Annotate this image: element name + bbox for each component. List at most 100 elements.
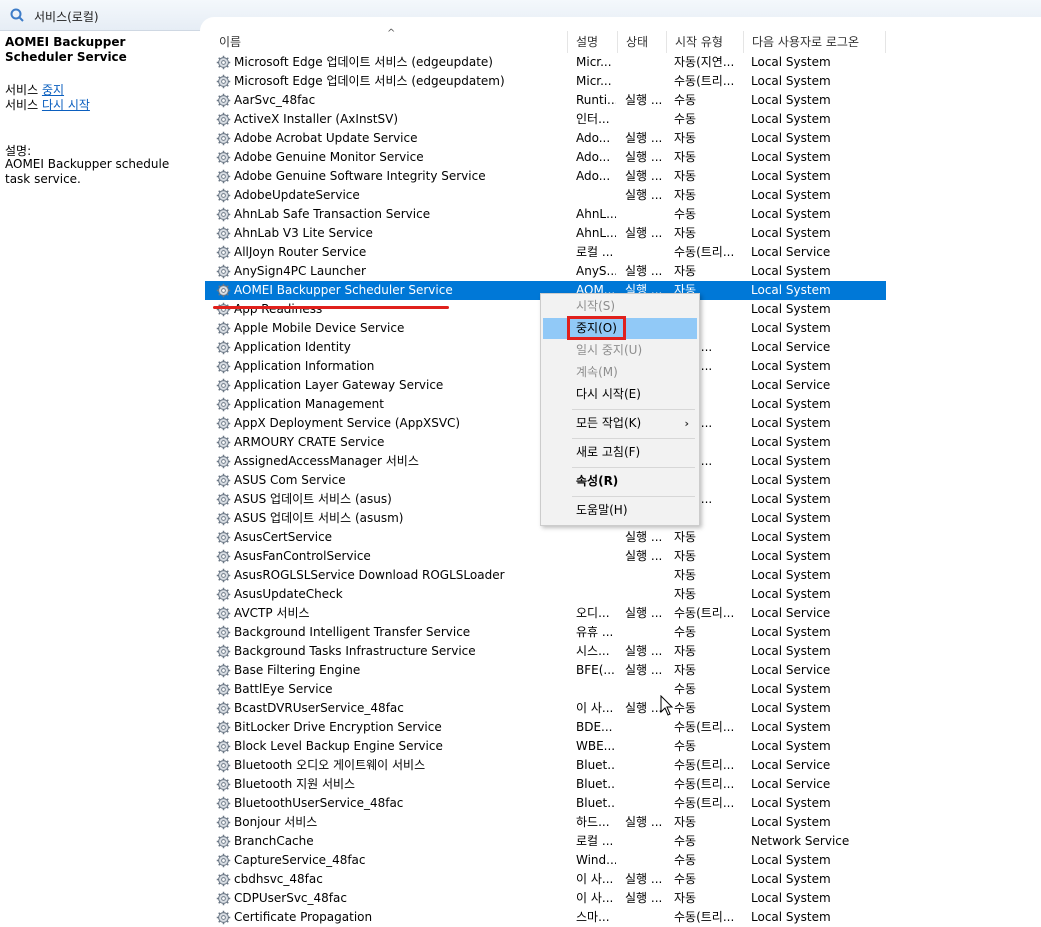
stop-service-link[interactable]: 중지: [42, 83, 64, 97]
column-header-name[interactable]: ^ 이름: [205, 28, 568, 53]
table-row[interactable]: AsusFanControlService 실행 ... 자동 Local Syste…: [205, 547, 1041, 566]
column-header-startup-type[interactable]: 시작 유형: [667, 31, 744, 53]
service-startup-type: 수동: [674, 872, 697, 886]
table-row[interactable]: Base Filtering Engine BFE(... 실행 ... 자동 Loca…: [205, 661, 1041, 680]
gear-icon: [216, 720, 231, 735]
menu-item-resume[interactable]: 계속(M): [543, 362, 697, 383]
service-description: 하드...: [576, 815, 610, 829]
service-name: Adobe Genuine Monitor Service: [234, 150, 424, 164]
service-description: Wind...: [576, 853, 616, 867]
table-row[interactable]: Adobe Genuine Monitor Service Ado... 실행 ..…: [205, 148, 1041, 167]
service-logon-as: Local System: [751, 473, 831, 487]
table-row[interactable]: Adobe Acrobat Update Service Ado... 실행 ...…: [205, 129, 1041, 148]
gear-icon: [216, 777, 231, 792]
menu-separator: [572, 409, 695, 410]
service-logon-as: Local Service: [751, 663, 831, 677]
service-startup-type: 자동: [674, 264, 697, 278]
menu-item-start[interactable]: 시작(S): [543, 296, 697, 317]
service-startup-type: 수동: [674, 625, 697, 639]
gear-icon: [216, 55, 231, 70]
service-logon-as: Local System: [751, 264, 831, 278]
table-row[interactable]: AVCTP 서비스 오디... 실행 ... 수동(트리... Local Servic…: [205, 604, 1041, 623]
restart-service-line: 서비스 다시 시작: [5, 98, 90, 112]
table-row[interactable]: Bluetooth 오디오 게이트웨이 서비스 Bluet... 수동(트리... L…: [205, 756, 1041, 775]
restart-service-link[interactable]: 다시 시작: [42, 98, 90, 112]
table-row[interactable]: Bonjour 서비스 하드... 실행 ... 자동 Local System: [205, 813, 1041, 832]
table-row[interactable]: AnySign4PC Launcher AnyS... 실행 ... 자동 Local …: [205, 262, 1041, 281]
service-status: 실행 ...: [625, 169, 663, 183]
service-logon-as: Local System: [751, 74, 831, 88]
content-frame-edge: [200, 17, 1041, 31]
table-row[interactable]: AarSvc_48fac Runti... 실행 ... 수동 Local System: [205, 91, 1041, 110]
table-row[interactable]: BitLocker Drive Encryption Service BDE...…: [205, 718, 1041, 737]
service-startup-type: 자동: [674, 568, 697, 582]
service-startup-type: 수동: [674, 112, 697, 126]
table-row[interactable]: AllJoyn Router Service 로컬 ... 수동(트리... Loca…: [205, 243, 1041, 262]
menu-item-all-tasks[interactable]: 모든 작업(K) ›: [543, 413, 697, 434]
table-row[interactable]: AhnLab V3 Lite Service AhnL... 실행 ... 자동 Loc…: [205, 224, 1041, 243]
table-row[interactable]: AsusCertService 실행 ... 자동 Local System: [205, 528, 1041, 547]
column-header-logon-as[interactable]: 다음 사용자로 로그온: [744, 31, 886, 53]
service-description: AhnL...: [576, 226, 616, 240]
table-row[interactable]: Background Tasks Infrastructure Service 시…: [205, 642, 1041, 661]
gear-icon: [216, 891, 231, 906]
table-row[interactable]: BluetoothUserService_48fac Bluet... 수동(트리.…: [205, 794, 1041, 813]
sort-ascending-icon: ^: [387, 28, 396, 39]
table-row[interactable]: Bluetooth 지원 서비스 Bluet... 수동(트리... Local Se…: [205, 775, 1041, 794]
menu-item-properties[interactable]: 속성(R): [543, 471, 697, 492]
table-row[interactable]: CDPUserSvc_48fac 이 사... 실행 ... 자동 Local Syst…: [205, 889, 1041, 908]
service-logon-as: Local System: [751, 530, 831, 544]
table-row[interactable]: Adobe Genuine Software Integrity Service…: [205, 167, 1041, 186]
service-name: Bonjour 서비스: [234, 815, 318, 829]
table-row[interactable]: AsusROGLSLService Download ROGLSLoader 자동…: [205, 566, 1041, 585]
service-startup-type: 수동(트리...: [674, 720, 735, 734]
service-logon-as: Local System: [751, 207, 831, 221]
gear-icon: [216, 511, 231, 526]
service-startup-type: 자동: [674, 169, 697, 183]
table-row[interactable]: AdobeUpdateService 실행 ... 자동 Local System: [205, 186, 1041, 205]
service-logon-as: Local System: [751, 397, 831, 411]
service-description: Bluet...: [576, 758, 616, 772]
service-logon-as: Local Service: [751, 245, 831, 259]
table-row[interactable]: Certificate Propagation 스마... 수동(트리... Loca…: [205, 908, 1041, 927]
service-description: 오디...: [576, 606, 610, 620]
menu-item-refresh[interactable]: 새로 고침(F): [543, 442, 697, 463]
gear-icon: [216, 796, 231, 811]
table-row[interactable]: AhnLab Safe Transaction Service AhnL... 수동…: [205, 205, 1041, 224]
submenu-arrow-icon: ›: [684, 417, 689, 430]
column-header-desc[interactable]: 설명: [568, 31, 618, 53]
table-row[interactable]: Block Level Backup Engine Service WBE... 수…: [205, 737, 1041, 756]
menu-item-restart[interactable]: 다시 시작(E): [543, 384, 697, 405]
gear-icon: [216, 834, 231, 849]
service-name: Microsoft Edge 업데이트 서비스 (edgeupdate): [234, 55, 493, 69]
menu-item-help[interactable]: 도움말(H): [543, 500, 697, 521]
gear-icon: [216, 663, 231, 678]
service-logon-as: Local Service: [751, 758, 831, 772]
service-description: 시스...: [576, 644, 610, 658]
table-row[interactable]: Background Intelligent Transfer Service 유…: [205, 623, 1041, 642]
table-row[interactable]: Microsoft Edge 업데이트 서비스 (edgeupdatem) Mic…: [205, 72, 1041, 91]
service-status: 실행 ...: [625, 606, 663, 620]
gear-icon: [216, 701, 231, 716]
menu-item-pause[interactable]: 일시 중지(U): [543, 340, 697, 361]
service-name: Background Tasks Infrastructure Service: [234, 644, 476, 658]
table-row[interactable]: CaptureService_48fac Wind... 수동 Local Syste…: [205, 851, 1041, 870]
service-logon-as: Local System: [751, 492, 831, 506]
column-header-status[interactable]: 상태: [618, 31, 667, 53]
table-row[interactable]: ActiveX Installer (AxInstSV) 인터... 수동 Local…: [205, 110, 1041, 129]
table-row[interactable]: BcastDVRUserService_48fac 이 사... 실행 ... 수동 L…: [205, 699, 1041, 718]
table-row[interactable]: BattlEye Service 수동 Local System: [205, 680, 1041, 699]
table-row[interactable]: Microsoft Edge 업데이트 서비스 (edgeupdate) Micr…: [205, 53, 1041, 72]
service-logon-as: Local System: [751, 416, 831, 430]
gear-icon: [216, 872, 231, 887]
service-name: ActiveX Installer (AxInstSV): [234, 112, 399, 126]
gear-icon: [216, 397, 231, 412]
service-description: 스마...: [576, 910, 610, 924]
table-row[interactable]: BranchCache 로컬 ... 수동 Network Service: [205, 832, 1041, 851]
table-row[interactable]: AsusUpdateCheck 자동 Local System: [205, 585, 1041, 604]
service-description: Runti...: [576, 93, 616, 107]
gear-icon: [216, 910, 231, 925]
table-row[interactable]: cbdhsvc_48fac 이 사... 실행 ... 수동 Local System: [205, 870, 1041, 889]
service-status: 실행 ...: [625, 93, 663, 107]
service-startup-type: 수동(트리...: [674, 758, 735, 772]
